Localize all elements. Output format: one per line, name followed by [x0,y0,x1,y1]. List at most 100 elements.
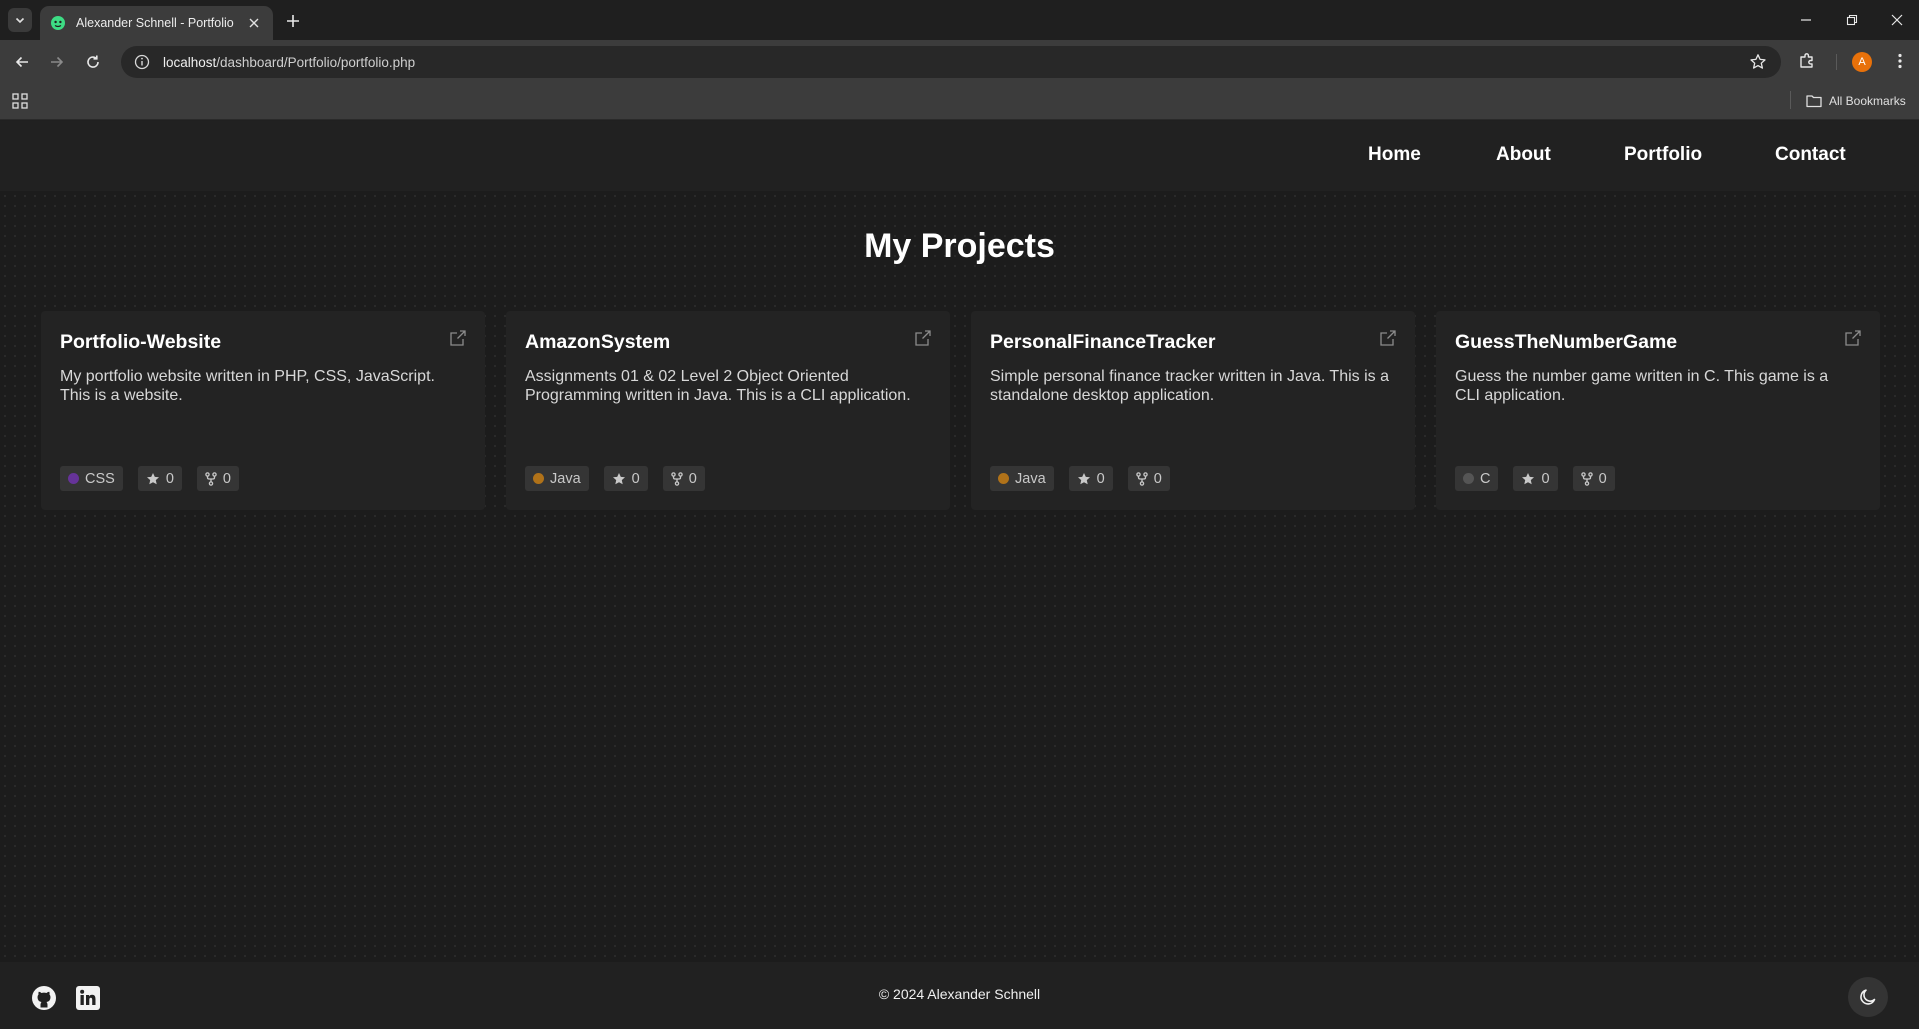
nav-about[interactable]: About [1496,144,1551,166]
close-window-button[interactable] [1882,8,1912,32]
language-badge: Java [525,466,589,491]
language-label: Java [550,470,581,487]
kebab-menu-icon[interactable] [1890,51,1910,71]
browser-tabstrip: Alexander Schnell - Portfolio [0,0,1919,40]
all-bookmarks-label: All Bookmarks [1829,94,1906,108]
project-card[interactable]: Portfolio-Website My portfolio website w… [41,311,485,510]
fork-icon [205,471,217,486]
stars-count: 0 [165,470,174,487]
all-bookmarks-button[interactable]: All Bookmarks [1806,91,1906,111]
profile-avatar[interactable]: A [1852,52,1872,72]
project-stats: Java 0 0 [525,466,705,491]
fork-icon [1135,471,1148,486]
forks-badge: 0 [662,466,705,491]
project-card[interactable]: PersonalFinanceTracker Simple personal f… [971,311,1415,510]
toolbar-separator [1836,54,1837,70]
copyright-text: © 2024 Alexander Schnell [878,986,1041,1002]
address-bar[interactable]: localhost/dashboard/Portfolio/portfolio.… [121,46,1781,78]
bookmark-star-icon[interactable] [1749,53,1767,71]
tab-title: Alexander Schnell - Portfolio [76,16,234,30]
project-description: My portfolio website written in PHP, CSS… [60,368,435,404]
project-description: Simple personal finance tracker written … [990,368,1389,404]
arrow-left-icon [15,56,28,68]
project-stats: CSS 0 0 [60,466,239,491]
stars-badge: 0 [1513,466,1558,491]
star-icon [612,472,625,484]
reload-icon [87,55,99,68]
site-info-icon[interactable] [133,53,151,71]
forks-badge: 0 [196,466,239,491]
project-title[interactable]: Portfolio-Website [60,331,221,354]
plus-icon [287,15,299,27]
external-link-icon[interactable] [449,329,467,347]
reload-button[interactable] [80,49,106,75]
forks-count: 0 [688,470,697,487]
minimize-icon [1801,19,1811,21]
fork-icon [670,471,683,486]
language-badge: CSS [60,466,123,491]
site-favicon-icon [51,16,65,30]
project-title[interactable]: PersonalFinanceTracker [990,331,1215,354]
forks-badge: 0 [1127,466,1170,491]
close-icon [249,18,259,28]
apps-grid-icon[interactable] [11,92,29,110]
theme-toggle-button[interactable] [1848,977,1888,1017]
language-color-dot [533,473,544,484]
language-label: C [1480,470,1491,487]
project-description: Guess the number game written in C. This… [1455,368,1829,404]
language-color-dot [1463,473,1474,484]
close-icon [1891,14,1903,26]
chevron-down-icon [15,17,25,24]
project-stats: C 0 0 [1455,466,1615,491]
url-path: /dashboard/Portfolio/portfolio.php [216,54,416,70]
forward-button[interactable] [44,49,70,75]
project-title[interactable]: AmazonSystem [525,331,670,354]
bookmarks-bar: All Bookmarks [0,82,1919,120]
site-footer: © 2024 Alexander Schnell [0,962,1919,1029]
nav-contact[interactable]: Contact [1775,144,1846,166]
language-color-dot [998,473,1009,484]
stars-badge: 0 [137,466,182,491]
site-header: Home About Portfolio Contact [0,121,1919,191]
new-tab-button[interactable] [282,10,304,32]
nav-home[interactable]: Home [1368,144,1421,166]
stars-badge: 0 [603,466,648,491]
external-link-icon[interactable] [1844,329,1862,347]
forks-count: 0 [222,470,231,487]
project-card[interactable]: AmazonSystem Assignments 01 & 02 Level 2… [506,311,950,510]
fork-icon [1580,471,1593,486]
tab-search-button[interactable] [8,8,32,32]
restore-icon [1846,14,1858,26]
moon-icon [1860,989,1876,1005]
language-label: CSS [85,470,115,487]
star-icon [1522,472,1535,484]
stars-count: 0 [1096,470,1105,487]
stars-count: 0 [1541,470,1550,487]
language-badge: Java [990,466,1054,491]
star-icon [146,472,159,484]
bookmarks-separator [1790,91,1791,109]
url-text: localhost/dashboard/Portfolio/portfolio.… [163,55,415,70]
page-title: My Projects [864,227,1055,265]
stars-count: 0 [631,470,640,487]
language-color-dot [68,473,79,484]
project-card[interactable]: GuessTheNumberGame Guess the number game… [1436,311,1880,510]
minimize-button[interactable] [1791,8,1821,32]
forks-count: 0 [1598,470,1607,487]
extensions-puzzle-icon[interactable] [1797,51,1817,71]
stars-badge: 0 [1068,466,1113,491]
tab-close-button[interactable] [245,14,263,32]
restore-button[interactable] [1837,8,1867,32]
star-icon [1077,472,1090,484]
portfolio-page: Home About Portfolio Contact My Projects… [0,121,1919,1029]
project-title[interactable]: GuessTheNumberGame [1455,331,1677,354]
forks-badge: 0 [1572,466,1615,491]
url-host: localhost [163,54,217,70]
project-description: Assignments 01 & 02 Level 2 Object Orien… [525,368,911,404]
external-link-icon[interactable] [914,329,932,347]
external-link-icon[interactable] [1379,329,1397,347]
folder-icon [1806,95,1822,108]
nav-portfolio[interactable]: Portfolio [1624,144,1702,166]
back-button[interactable] [9,49,35,75]
browser-tab-active[interactable]: Alexander Schnell - Portfolio [40,6,273,40]
